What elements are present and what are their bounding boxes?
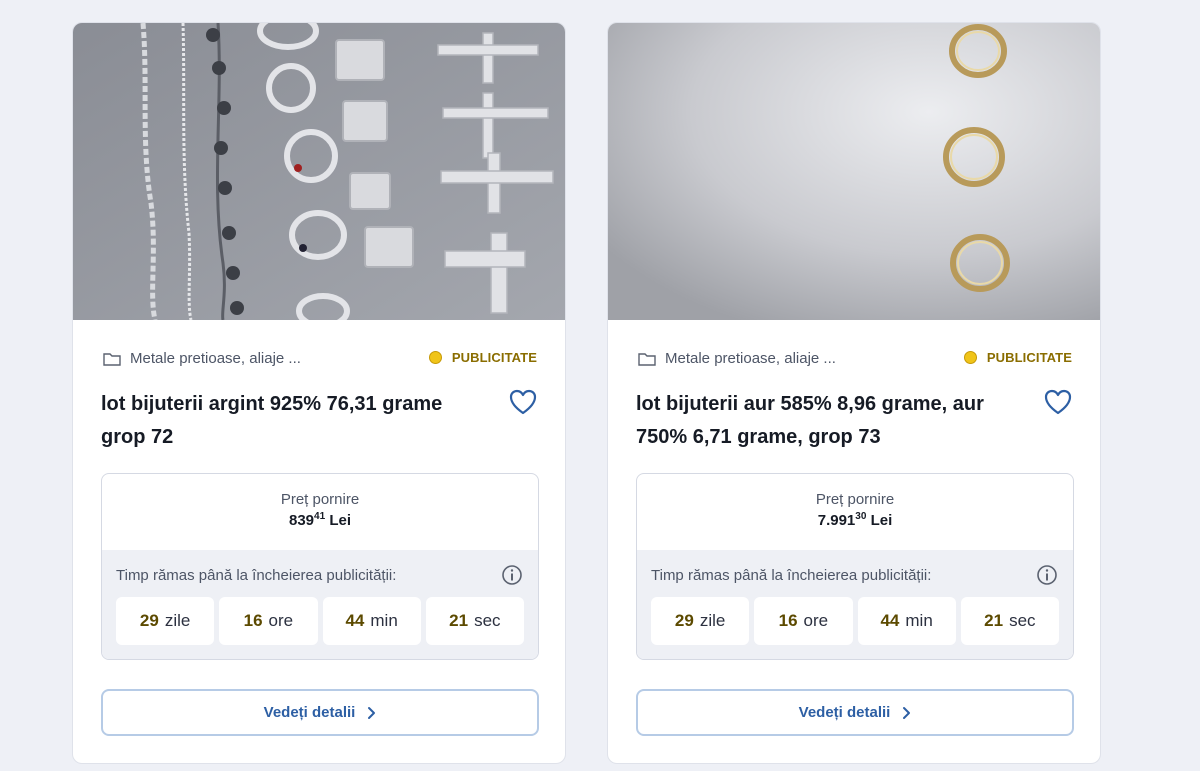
chevron-right-icon: [903, 706, 911, 719]
price-currency: Lei: [329, 512, 351, 529]
countdown-seconds: 21 sec: [960, 597, 1059, 645]
countdown-days-unit: zile: [164, 611, 191, 630]
price-currency: Lei: [870, 512, 893, 529]
countdown-seconds-value: 21: [449, 611, 469, 630]
price-int: 7.991: [817, 512, 856, 529]
countdown-seconds-value: 21: [984, 611, 1004, 630]
view-details-label: Vedeți detalii: [263, 704, 356, 721]
view-details-button[interactable]: Vedeți detalii: [101, 689, 539, 736]
time-remaining-label: Timp rămas până la încheierea publicităț…: [116, 567, 397, 584]
ad-badge: PUBLICITATE: [963, 350, 1072, 365]
product-photo[interactable]: [73, 23, 565, 320]
product-title[interactable]: lot bijuterii argint 925% 76,31 grame gr…: [101, 388, 481, 454]
ad-dot-icon: [428, 351, 442, 364]
silver-jewelry-photo: [73, 23, 565, 320]
countdown-minutes-unit: min: [905, 611, 933, 630]
countdown-minutes-unit: min: [370, 611, 398, 630]
countdown-seconds: 21 sec: [425, 597, 524, 645]
price-label: Preț pornire: [815, 491, 895, 508]
price-int: 839: [288, 512, 315, 529]
time-remaining-section: Timp rămas până la încheierea publicităț…: [637, 550, 1073, 659]
ad-badge: PUBLICITATE: [428, 350, 537, 365]
countdown-hours-unit: ore: [803, 611, 829, 630]
price-decimals: 30: [855, 511, 867, 522]
heart-icon[interactable]: [1044, 389, 1072, 415]
product-title[interactable]: lot bijuterii aur 585% 8,96 grame, aur 7…: [636, 388, 1016, 454]
countdown-minutes: 44 min: [857, 597, 956, 645]
category-label[interactable]: Metale pretioase, aliaje ...: [665, 350, 836, 367]
info-icon[interactable]: [501, 564, 523, 586]
countdown-days-unit: zile: [699, 611, 726, 630]
folder-icon: [638, 353, 656, 366]
product-card[interactable]: Metale pretioase, aliaje ... PUBLICITATE…: [607, 22, 1101, 764]
price-decimals: 41: [314, 511, 326, 522]
countdown-days: 29 zile: [116, 597, 215, 645]
chevron-right-icon: [368, 706, 376, 719]
ad-badge-text: PUBLICITATE: [986, 350, 1072, 365]
price-box: Preț pornire 7.99130 Lei Timp rămas până…: [636, 473, 1074, 660]
countdown-hours: 16 ore: [219, 597, 318, 645]
countdown-days: 29 zile: [651, 597, 750, 645]
price-label: Preț pornire: [280, 491, 360, 508]
view-details-button[interactable]: Vedeți detalii: [636, 689, 1074, 736]
countdown: 29 zile 16 ore 44 min 21 sec: [116, 597, 524, 645]
countdown-hours-value: 16: [243, 611, 263, 630]
countdown-hours-unit: ore: [268, 611, 294, 630]
info-icon[interactable]: [1036, 564, 1058, 586]
heart-icon[interactable]: [509, 389, 537, 415]
product-card[interactable]: Metale pretioase, aliaje ... PUBLICITATE…: [72, 22, 566, 764]
view-details-label: Vedeți detalii: [798, 704, 891, 721]
countdown-hours: 16 ore: [754, 597, 853, 645]
countdown: 29 zile 16 ore 44 min 21 sec: [651, 597, 1059, 645]
folder-icon: [103, 353, 121, 366]
countdown-minutes-value: 44: [345, 611, 365, 630]
time-remaining-label: Timp rămas până la încheierea publicităț…: [651, 567, 932, 584]
price-value: 83941 Lei: [102, 511, 538, 529]
category-label[interactable]: Metale pretioase, aliaje ...: [130, 350, 301, 367]
countdown-minutes-value: 44: [880, 611, 900, 630]
countdown-hours-value: 16: [778, 611, 798, 630]
price-value: 7.99130 Lei: [637, 511, 1073, 529]
countdown-minutes: 44 min: [322, 597, 421, 645]
time-remaining-section: Timp rămas până la încheierea publicităț…: [102, 550, 538, 659]
countdown-seconds-unit: sec: [1009, 611, 1036, 630]
product-photo[interactable]: [608, 23, 1100, 320]
countdown-days-value: 29: [674, 611, 694, 630]
ad-badge-text: PUBLICITATE: [451, 350, 537, 365]
price-box: Preț pornire 83941 Lei Timp rămas până l…: [101, 473, 539, 660]
countdown-seconds-unit: sec: [474, 611, 501, 630]
gold-rings-photo: [608, 23, 1100, 320]
countdown-days-value: 29: [139, 611, 159, 630]
ad-dot-icon: [963, 351, 977, 364]
